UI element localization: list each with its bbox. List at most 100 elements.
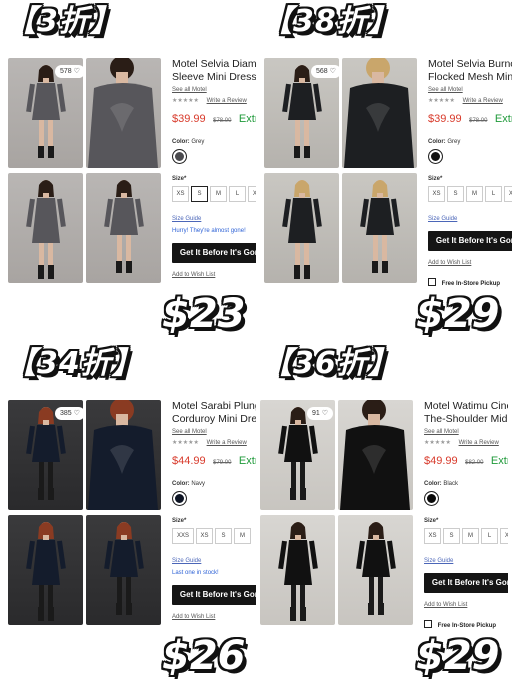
product-info: Motel Sarabi Plunge Corduroy Mini Dress … [172,400,256,620]
product-photo-2[interactable] [342,58,417,168]
product-photo-3[interactable] [8,173,83,283]
write-review-link[interactable]: Write a Review [207,440,247,446]
product-photo-1[interactable]: 568 ♡ [264,58,339,168]
see-all-brand-link[interactable]: See all Motel [428,87,512,93]
size-option-m[interactable]: M [234,528,251,544]
color-label-key: Color: [424,481,442,487]
store-pickup-icon [428,278,436,286]
product-name-line1: Motel Selvia Diamante [172,58,256,70]
size-option-xs[interactable]: XS [196,528,213,544]
final-price-overlay: $29 [416,633,500,679]
size-option-s[interactable]: S [215,528,232,544]
star-rating-icon: ★★★★★ [172,98,199,104]
heart-icon: ♡ [73,410,80,417]
size-option-xs[interactable]: XS [428,186,445,202]
final-price-overlay: $29 [416,291,500,337]
size-option-m[interactable]: M [466,186,483,202]
wishlist-counter[interactable]: 568 ♡ [311,65,339,78]
size-option-xl[interactable]: XL [504,186,512,202]
color-swatch[interactable] [172,491,187,506]
size-guide-link[interactable]: Size Guide [428,216,512,222]
size-option-xl[interactable]: XL [500,528,508,544]
original-price: $79.00 [213,460,232,466]
write-review-link[interactable]: Write a Review [463,98,503,104]
product-photo-4[interactable] [86,515,161,625]
color-swatch[interactable] [172,149,187,164]
size-label: Size* [172,518,187,524]
color-swatch[interactable] [428,149,443,164]
wishlist-counter[interactable]: 578 ♡ [55,65,83,78]
see-all-brand-link[interactable]: See all Motel [172,429,256,435]
star-rating-icon: ★★★★★ [172,440,199,446]
size-option-xs[interactable]: XS [424,528,441,544]
add-to-wish-list-link[interactable]: Add to Wish List [424,602,508,608]
extra-discount: Extra 4 [238,113,256,125]
sale-price: $39.99 [172,113,206,125]
add-to-wish-list-link[interactable]: Add to Wish List [172,614,256,620]
rating-row: ★★★★★ Write a Review [172,439,256,446]
product-info: Motel Watimu Cinched Off- The-Shoulder M… [424,400,508,629]
size-guide-link[interactable]: Size Guide [172,216,256,222]
product-name-line2: The-Shoulder Midi D [424,413,508,425]
size-options: XXS XS S M [172,528,256,546]
product-photo-1[interactable]: 385 ♡ [8,400,83,510]
size-option-xl[interactable]: XL [248,186,256,202]
store-pickup-option[interactable]: Free In-Store Pickup [424,620,508,629]
see-all-brand-link[interactable]: See all Motel [424,429,508,435]
product-photo-4[interactable] [338,515,413,625]
discount-banner: 【34折】 [6,346,143,381]
product-photo-3[interactable] [264,173,339,283]
extra-discount: Extra 4 [238,455,256,467]
product-photo-4[interactable] [342,173,417,283]
product-photo-1[interactable]: 91 ♡ [260,400,335,510]
product-photo-2[interactable] [338,400,413,510]
wishlist-count: 568 [316,68,328,75]
add-to-bag-button[interactable]: Get It Before It's Gone [424,573,508,593]
rating-row: ★★★★★ Write a Review [428,97,512,104]
product-photo-1[interactable]: 578 ♡ [8,58,83,168]
size-option-l[interactable]: L [229,186,246,202]
store-pickup-label: Free In-Store Pickup [441,281,501,287]
size-label: Size* [424,518,439,524]
size-option-m[interactable]: M [210,186,227,202]
product-photo-3[interactable] [8,515,83,625]
wishlist-counter[interactable]: 385 ♡ [55,407,83,420]
product-photo-3[interactable] [260,515,335,625]
add-to-wish-list-link[interactable]: Add to Wish List [172,272,256,278]
color-label-key: Color: [428,139,446,145]
color-swatch[interactable] [424,491,439,506]
color-value: Black [443,481,459,487]
store-pickup-option[interactable]: Free In-Store Pickup [428,278,512,287]
size-option-m[interactable]: M [462,528,479,544]
size-option-xs[interactable]: XS [172,186,189,202]
add-to-bag-button[interactable]: Get It Before It's Gone [172,585,256,605]
product-info: Motel Selvia Diamante Sleeve Mini Dress … [172,58,256,278]
discount-banner: 【38折】 [262,4,399,39]
size-option-l[interactable]: L [485,186,502,202]
product-name-line1: Motel Sarabi Plunge [172,400,256,412]
size-option-xxs[interactable]: XXS [172,528,194,544]
product-photo-4[interactable] [86,173,161,283]
rating-row: ★★★★★ Write a Review [424,439,508,446]
price-row: $49.99 $82.00 Extra 40 [424,451,508,469]
add-to-bag-button[interactable]: Get It Before It's Gone [428,231,512,251]
product-photo-2[interactable] [86,58,161,168]
add-to-wish-list-link[interactable]: Add to Wish List [428,260,512,266]
sale-price: $49.99 [424,455,458,467]
size-option-l[interactable]: L [481,528,498,544]
size-guide-link[interactable]: Size Guide [424,558,508,564]
wishlist-counter[interactable]: 91 ♡ [307,407,334,420]
write-review-link[interactable]: Write a Review [207,98,247,104]
size-option-s[interactable]: S [191,186,208,202]
color-value: Navy [191,481,206,487]
color-value: Grey [447,139,461,145]
size-guide-link[interactable]: Size Guide [172,558,256,564]
size-option-s[interactable]: S [447,186,464,202]
size-option-s[interactable]: S [443,528,460,544]
add-to-bag-button[interactable]: Get It Before It's Gone [172,243,256,263]
product-photo-2[interactable] [86,400,161,510]
product-name-line2: Sleeve Mini Dress [172,71,256,83]
see-all-brand-link[interactable]: See all Motel [172,87,256,93]
rating-row: ★★★★★ Write a Review [172,97,256,104]
write-review-link[interactable]: Write a Review [459,440,499,446]
